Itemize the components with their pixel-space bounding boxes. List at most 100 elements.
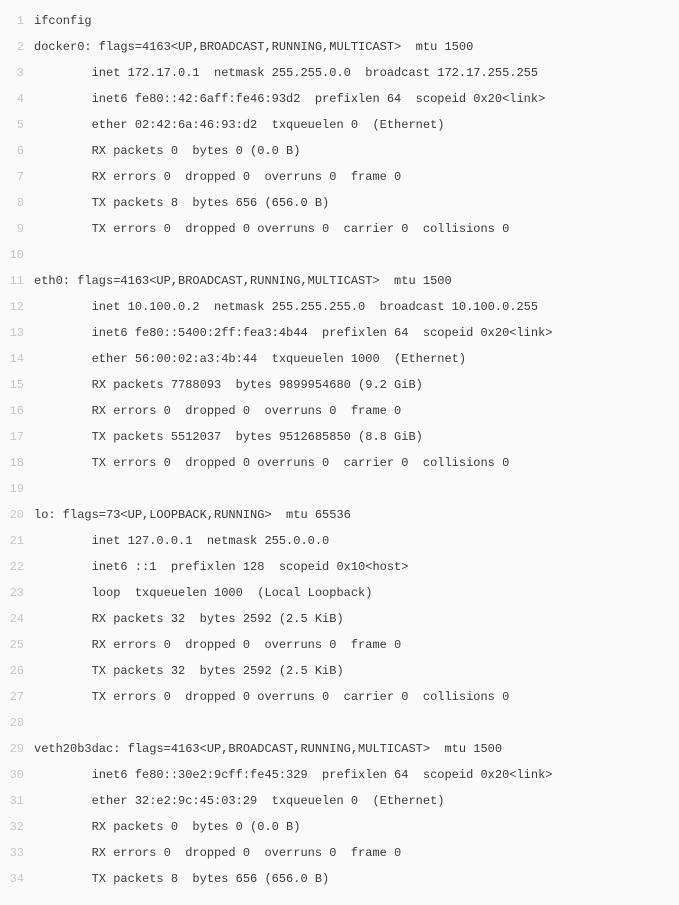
line-number: 8 [0,190,34,216]
line-number: 4 [0,86,34,112]
line-content: ether 56:00:02:a3:4b:44 txqueuelen 1000 … [34,346,679,372]
line-content: TX packets 8 bytes 656 (656.0 B) [34,190,679,216]
code-line: 21 inet 127.0.0.1 netmask 255.0.0.0 [0,528,679,554]
line-content: inet6 ::1 prefixlen 128 scopeid 0x10<hos… [34,554,679,580]
code-line: 4 inet6 fe80::42:6aff:fe46:93d2 prefixle… [0,86,679,112]
line-content: veth20b3dac: flags=4163<UP,BROADCAST,RUN… [34,736,679,762]
line-content: TX errors 0 dropped 0 overruns 0 carrier… [34,450,679,476]
code-line: 26 TX packets 32 bytes 2592 (2.5 KiB) [0,658,679,684]
line-content: TX packets 5512037 bytes 9512685850 (8.8… [34,424,679,450]
code-line: 3 inet 172.17.0.1 netmask 255.255.0.0 br… [0,60,679,86]
code-line: 8 TX packets 8 bytes 656 (656.0 B) [0,190,679,216]
line-content: RX errors 0 dropped 0 overruns 0 frame 0 [34,632,679,658]
code-line: 18 TX errors 0 dropped 0 overruns 0 carr… [0,450,679,476]
code-line: 27 TX errors 0 dropped 0 overruns 0 carr… [0,684,679,710]
line-number: 7 [0,164,34,190]
code-line: 34 TX packets 8 bytes 656 (656.0 B) [0,866,679,892]
line-content: RX errors 0 dropped 0 overruns 0 frame 0 [34,164,679,190]
line-content: inet 10.100.0.2 netmask 255.255.255.0 br… [34,294,679,320]
line-number: 12 [0,294,34,320]
code-line: 16 RX errors 0 dropped 0 overruns 0 fram… [0,398,679,424]
line-number: 28 [0,710,34,736]
line-number: 20 [0,502,34,528]
line-content: TX errors 0 dropped 0 overruns 0 carrier… [34,216,679,242]
line-content: TX packets 32 bytes 2592 (2.5 KiB) [34,658,679,684]
line-number: 13 [0,320,34,346]
line-number: 23 [0,580,34,606]
code-line: 17 TX packets 5512037 bytes 9512685850 (… [0,424,679,450]
line-number: 21 [0,528,34,554]
line-content: RX errors 0 dropped 0 overruns 0 frame 0 [34,840,679,866]
line-content: inet6 fe80::5400:2ff:fea3:4b44 prefixlen… [34,320,679,346]
line-content: inet 172.17.0.1 netmask 255.255.0.0 broa… [34,60,679,86]
line-content: RX packets 7788093 bytes 9899954680 (9.2… [34,372,679,398]
line-number: 31 [0,788,34,814]
line-number: 3 [0,60,34,86]
line-number: 33 [0,840,34,866]
line-content: TX packets 8 bytes 656 (656.0 B) [34,866,679,892]
line-number: 9 [0,216,34,242]
line-content: RX packets 0 bytes 0 (0.0 B) [34,814,679,840]
line-number: 30 [0,762,34,788]
line-number: 25 [0,632,34,658]
code-line: 1ifconfig [0,8,679,34]
line-number: 11 [0,268,34,294]
line-content: ether 02:42:6a:46:93:d2 txqueuelen 0 (Et… [34,112,679,138]
code-line: 33 RX errors 0 dropped 0 overruns 0 fram… [0,840,679,866]
code-line: 7 RX errors 0 dropped 0 overruns 0 frame… [0,164,679,190]
code-line: 2docker0: flags=4163<UP,BROADCAST,RUNNIN… [0,34,679,60]
line-number: 2 [0,34,34,60]
code-line: 32 RX packets 0 bytes 0 (0.0 B) [0,814,679,840]
line-content: ether 32:e2:9c:45:03:29 txqueuelen 0 (Et… [34,788,679,814]
line-content: eth0: flags=4163<UP,BROADCAST,RUNNING,MU… [34,268,679,294]
line-number: 34 [0,866,34,892]
line-number: 26 [0,658,34,684]
code-line: 12 inet 10.100.0.2 netmask 255.255.255.0… [0,294,679,320]
code-line: 28 [0,710,679,736]
line-number: 14 [0,346,34,372]
line-content: lo: flags=73<UP,LOOPBACK,RUNNING> mtu 65… [34,502,679,528]
code-line: 25 RX errors 0 dropped 0 overruns 0 fram… [0,632,679,658]
code-line: 15 RX packets 7788093 bytes 9899954680 (… [0,372,679,398]
line-number: 22 [0,554,34,580]
line-number: 32 [0,814,34,840]
line-number: 24 [0,606,34,632]
code-line: 9 TX errors 0 dropped 0 overruns 0 carri… [0,216,679,242]
line-content: inet 127.0.0.1 netmask 255.0.0.0 [34,528,679,554]
line-content: RX packets 0 bytes 0 (0.0 B) [34,138,679,164]
code-block: 1ifconfig2docker0: flags=4163<UP,BROADCA… [0,8,679,892]
line-number: 15 [0,372,34,398]
line-content: docker0: flags=4163<UP,BROADCAST,RUNNING… [34,34,679,60]
line-number: 6 [0,138,34,164]
code-line: 11eth0: flags=4163<UP,BROADCAST,RUNNING,… [0,268,679,294]
line-content: inet6 fe80::42:6aff:fe46:93d2 prefixlen … [34,86,679,112]
line-number: 29 [0,736,34,762]
line-number: 16 [0,398,34,424]
line-content: loop txqueuelen 1000 (Local Loopback) [34,580,679,606]
line-number: 5 [0,112,34,138]
line-number: 27 [0,684,34,710]
line-number: 10 [0,242,34,268]
line-number: 18 [0,450,34,476]
line-number: 1 [0,8,34,34]
code-line: 5 ether 02:42:6a:46:93:d2 txqueuelen 0 (… [0,112,679,138]
code-line: 22 inet6 ::1 prefixlen 128 scopeid 0x10<… [0,554,679,580]
code-line: 24 RX packets 32 bytes 2592 (2.5 KiB) [0,606,679,632]
code-line: 10 [0,242,679,268]
line-number: 17 [0,424,34,450]
code-line: 20lo: flags=73<UP,LOOPBACK,RUNNING> mtu … [0,502,679,528]
code-line: 29veth20b3dac: flags=4163<UP,BROADCAST,R… [0,736,679,762]
code-line: 31 ether 32:e2:9c:45:03:29 txqueuelen 0 … [0,788,679,814]
code-line: 19 [0,476,679,502]
code-line: 13 inet6 fe80::5400:2ff:fea3:4b44 prefix… [0,320,679,346]
code-line: 23 loop txqueuelen 1000 (Local Loopback) [0,580,679,606]
line-number: 19 [0,476,34,502]
line-content: RX errors 0 dropped 0 overruns 0 frame 0 [34,398,679,424]
line-content: inet6 fe80::30e2:9cff:fe45:329 prefixlen… [34,762,679,788]
code-line: 30 inet6 fe80::30e2:9cff:fe45:329 prefix… [0,762,679,788]
line-content: TX errors 0 dropped 0 overruns 0 carrier… [34,684,679,710]
code-line: 14 ether 56:00:02:a3:4b:44 txqueuelen 10… [0,346,679,372]
line-content: RX packets 32 bytes 2592 (2.5 KiB) [34,606,679,632]
code-line: 6 RX packets 0 bytes 0 (0.0 B) [0,138,679,164]
line-content: ifconfig [34,8,679,34]
